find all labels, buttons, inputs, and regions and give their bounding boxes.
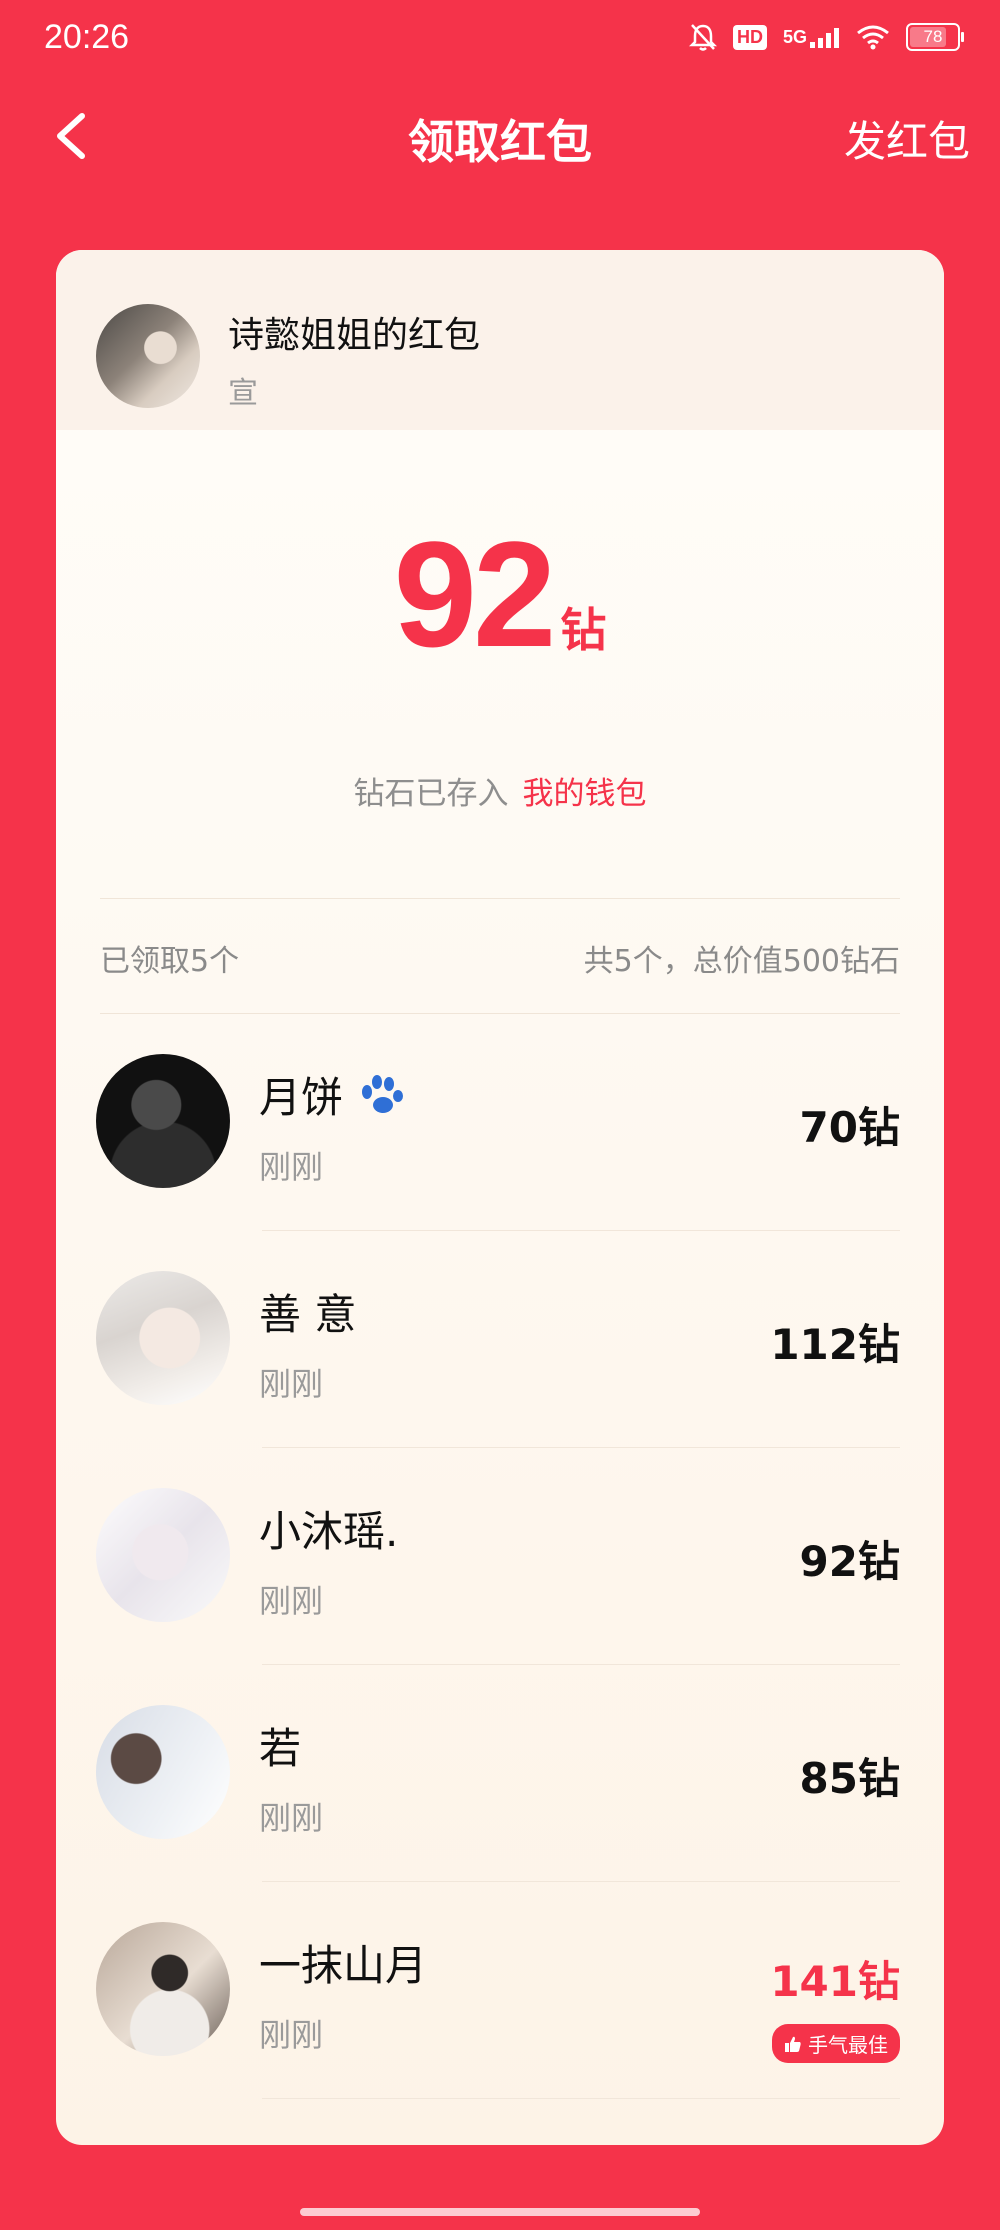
list-item[interactable]: 若 刚刚 85钻 <box>56 1665 944 1882</box>
claim-amount: 141钻 <box>770 1957 900 2006</box>
received-amount-value: 92 <box>393 510 557 678</box>
avatar[interactable] <box>96 1705 230 1839</box>
received-amount-unit: 钻 <box>560 603 607 657</box>
avatar[interactable] <box>96 1488 230 1622</box>
claim-amount: 70钻 <box>799 1103 900 1152</box>
red-packet-card: 诗懿姐姐的红包 宣 92 钻 钻石已存入 我的钱包 已领取5个 共5个，总价值500… <box>56 250 944 2145</box>
received-amount: 92 钻 <box>56 508 944 681</box>
nav-bar: 领取红包 发红包 <box>0 88 1000 178</box>
status-icons: HD 5G 78 <box>688 22 964 52</box>
my-wallet-link[interactable]: 我的钱包 <box>523 776 647 812</box>
sender-message: 宣 <box>228 376 258 411</box>
best-luck-label: 手气最佳 <box>808 2033 888 2057</box>
hd-badge: HD <box>732 24 767 50</box>
claimer-name: 小沐瑶. <box>259 1507 399 1556</box>
list-item[interactable]: 小沐瑶. 刚刚 92钻 <box>56 1448 944 1665</box>
wifi-icon <box>857 25 889 50</box>
status-time: 20:26 <box>44 18 130 56</box>
wallet-notice: 钻石已存入 我的钱包 <box>56 768 944 813</box>
sender-avatar[interactable] <box>96 304 200 408</box>
network-type: 5G <box>782 26 807 47</box>
claim-time: 刚刚 <box>259 2016 324 2054</box>
battery-icon: 78 <box>906 23 964 51</box>
total-summary: 共5个，总价值500钻石 <box>583 944 900 979</box>
claim-amount: 112钻 <box>770 1320 900 1369</box>
claim-time: 刚刚 <box>259 1365 324 1403</box>
claim-time: 刚刚 <box>259 1799 324 1837</box>
claim-amount: 92钻 <box>799 1537 900 1586</box>
claimer-name: 月饼 <box>259 1064 405 1125</box>
signal-icon: 5G <box>783 27 840 48</box>
avatar[interactable] <box>96 1271 230 1405</box>
claim-amount: 85钻 <box>799 1754 900 1803</box>
avatar[interactable] <box>96 1922 230 2056</box>
best-luck-badge: 手气最佳 <box>772 2024 900 2063</box>
divider <box>100 898 900 899</box>
claim-time: 刚刚 <box>259 1148 324 1186</box>
home-indicator[interactable] <box>300 2208 700 2216</box>
paw-icon <box>362 1074 404 1113</box>
list-item[interactable]: 月饼 刚刚 70钻 <box>56 1014 944 1231</box>
status-bar: 20:26 HD 5G 78 <box>0 0 1000 80</box>
sender-name: 诗懿姐姐的红包 <box>228 315 481 356</box>
list-item[interactable]: 一抹山月 刚刚 141钻 手气最佳 <box>56 1882 944 2099</box>
claimed-count: 已领取5个 <box>100 944 240 979</box>
claimer-name: 一抹山月 <box>259 1941 428 1990</box>
avatar[interactable] <box>96 1054 230 1188</box>
claimer-name: 若 <box>259 1724 302 1773</box>
claim-list: 月饼 刚刚 70钻 善 意 刚刚 112钻 小沐瑶. 刚刚 92钻 若 刚刚 8… <box>56 1014 944 2099</box>
battery-level: 78 <box>923 27 943 46</box>
send-red-packet-button[interactable]: 发红包 <box>844 108 970 169</box>
claimer-name: 善 意 <box>259 1290 357 1339</box>
wallet-notice-text: 钻石已存入 <box>353 776 509 812</box>
thumbs-up-icon <box>785 2036 801 2052</box>
list-item[interactable]: 善 意 刚刚 112钻 <box>56 1231 944 1448</box>
bell-muted-icon <box>688 24 717 51</box>
claim-time: 刚刚 <box>259 1582 324 1620</box>
